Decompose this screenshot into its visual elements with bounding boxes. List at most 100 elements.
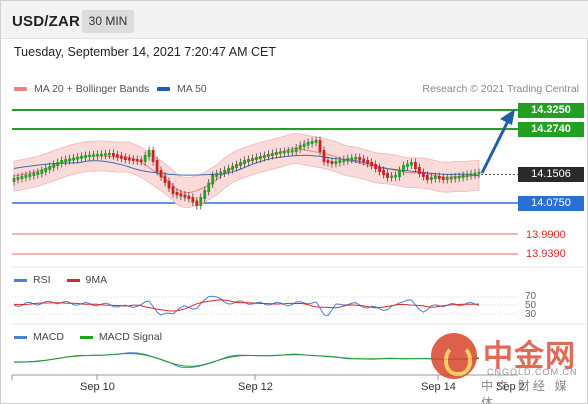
candle-body bbox=[32, 173, 36, 176]
candle-body bbox=[115, 154, 119, 158]
candle-body bbox=[239, 162, 242, 166]
candle-body bbox=[326, 160, 330, 163]
candle-body bbox=[28, 174, 32, 177]
macd-legend: MACD MACD Signal bbox=[14, 331, 162, 343]
candle-body bbox=[421, 172, 425, 177]
candle-body bbox=[171, 186, 175, 194]
candle-body bbox=[107, 153, 111, 156]
macd-signal-legend-label: MACD Signal bbox=[98, 331, 162, 343]
candle-body bbox=[36, 172, 40, 175]
candle-body bbox=[410, 162, 413, 166]
candle-body bbox=[76, 156, 79, 160]
candle-body bbox=[414, 162, 417, 169]
candle-body bbox=[342, 159, 346, 162]
candle-body bbox=[48, 166, 52, 170]
candle-body bbox=[350, 157, 354, 160]
candle-body bbox=[12, 178, 16, 182]
level-label-last: 14.1506 bbox=[518, 167, 584, 182]
candle-body bbox=[167, 181, 171, 189]
candle-body bbox=[282, 151, 286, 154]
x-label-sep10: Sep 10 bbox=[80, 381, 115, 393]
forecast-arrow-head bbox=[500, 109, 515, 125]
candle-body bbox=[441, 177, 445, 180]
candle-body bbox=[346, 158, 350, 161]
candle-body bbox=[429, 177, 433, 180]
candle-body bbox=[453, 176, 457, 179]
candle-body bbox=[425, 175, 429, 180]
candle-body bbox=[235, 164, 238, 168]
candle-body bbox=[338, 160, 342, 163]
candle-body bbox=[306, 142, 310, 146]
candle-body bbox=[354, 157, 358, 160]
rsi-legend: RSI 9MA bbox=[14, 274, 107, 286]
level-label-pivot: 14.0750 bbox=[518, 196, 584, 211]
candle-body bbox=[151, 150, 155, 162]
level-label-s2: 13.9390 bbox=[526, 248, 566, 260]
candle-body bbox=[207, 182, 211, 192]
macd-legend-label: MACD bbox=[33, 331, 64, 343]
forecast-arrow-shaft bbox=[480, 118, 511, 174]
candle-body bbox=[461, 175, 465, 178]
candle-body bbox=[52, 164, 56, 168]
candle-body bbox=[56, 162, 60, 166]
candle-body bbox=[139, 159, 143, 162]
candle-body bbox=[88, 154, 91, 157]
rsi-line bbox=[13, 295, 480, 317]
candle-body bbox=[199, 197, 203, 206]
candle-body bbox=[104, 153, 107, 156]
rsi-swatch bbox=[14, 278, 27, 282]
candle-body bbox=[64, 159, 68, 162]
watermark-logo-icon bbox=[431, 333, 477, 379]
candle-body bbox=[20, 176, 24, 179]
x-label-sep12: Sep 12 bbox=[238, 381, 273, 393]
candle-body bbox=[314, 140, 318, 143]
candle-body bbox=[127, 158, 131, 161]
candle-body bbox=[330, 161, 334, 164]
candle-body bbox=[100, 153, 103, 156]
level-label-r2: 14.3250 bbox=[518, 103, 584, 118]
candle-body bbox=[473, 172, 477, 176]
candle-body bbox=[294, 147, 298, 152]
level-label-s1: 13.9900 bbox=[526, 229, 566, 241]
chart-frame: USD/ZAR 30 MIN Tuesday, September 14, 20… bbox=[0, 0, 588, 404]
candle-body bbox=[386, 173, 389, 178]
candle-body bbox=[278, 151, 282, 154]
candle-body bbox=[366, 160, 370, 164]
candle-body bbox=[143, 155, 147, 162]
candle-body bbox=[215, 173, 219, 177]
candle-body bbox=[147, 150, 151, 157]
candle-body bbox=[163, 175, 167, 183]
candle-body bbox=[290, 150, 294, 153]
watermark-subtitle: 中文 财经 媒 体 bbox=[481, 379, 570, 404]
candle-body bbox=[449, 177, 453, 180]
candle-body bbox=[382, 170, 386, 175]
candle-body bbox=[394, 175, 397, 178]
candle-body bbox=[40, 170, 44, 174]
rsi-ma-swatch bbox=[66, 278, 80, 282]
candle-body bbox=[135, 159, 139, 162]
candle-body bbox=[433, 176, 437, 179]
macd-signal-line bbox=[13, 353, 480, 367]
candle-body bbox=[24, 175, 28, 178]
candle-body bbox=[243, 160, 246, 164]
candle-body bbox=[406, 163, 409, 167]
candle-body bbox=[203, 190, 207, 199]
macd-swatch bbox=[14, 335, 27, 339]
candle-body bbox=[358, 157, 362, 161]
candle-body bbox=[159, 170, 163, 178]
candle-body bbox=[318, 140, 322, 152]
candle-body bbox=[96, 154, 99, 157]
candle-body bbox=[437, 176, 441, 179]
macd-line bbox=[14, 352, 480, 369]
candle-body bbox=[334, 161, 338, 164]
candle-body bbox=[175, 192, 179, 196]
candle-body bbox=[219, 171, 223, 176]
candle-body bbox=[402, 165, 405, 172]
candle-body bbox=[322, 150, 326, 162]
candle-body bbox=[477, 172, 481, 175]
candle-body bbox=[183, 194, 187, 198]
candle-body bbox=[251, 158, 254, 161]
candle-body bbox=[469, 173, 473, 176]
candle-body bbox=[123, 156, 127, 160]
candle-body bbox=[274, 152, 278, 155]
